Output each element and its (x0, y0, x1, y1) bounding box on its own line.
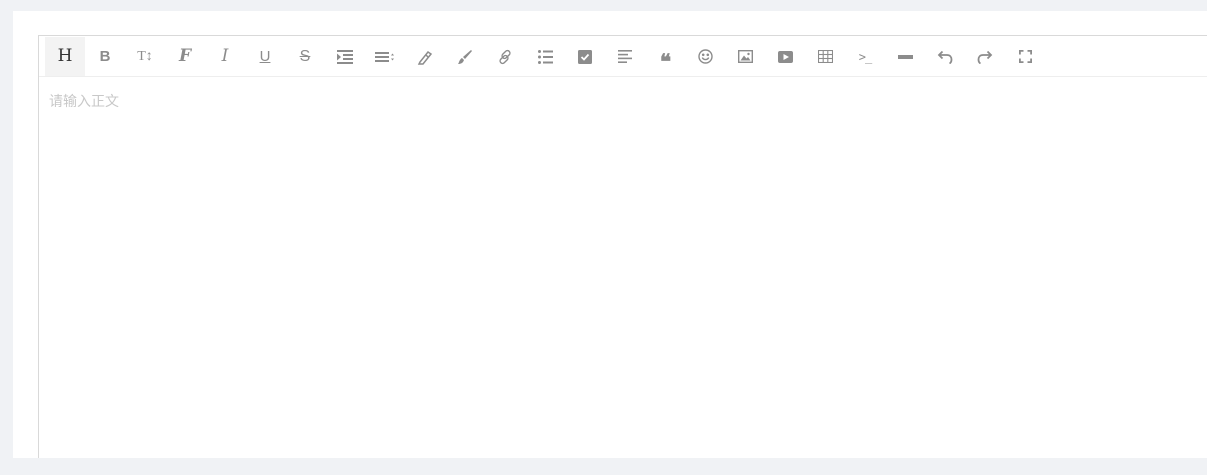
quote-button[interactable]: ❝ (645, 37, 685, 76)
bold-button[interactable]: B (85, 37, 125, 76)
video-icon (777, 50, 793, 63)
font-family-button[interactable]: F (165, 37, 205, 76)
todo-checkbox-icon (578, 49, 592, 64)
font-color-icon (417, 50, 433, 65)
table-button[interactable] (805, 37, 845, 76)
justify-button[interactable] (605, 37, 645, 76)
font-size-icon: T↕ (137, 48, 153, 64)
bold-icon: B (99, 48, 111, 65)
indent-icon (337, 49, 353, 64)
fullscreen-button[interactable] (1005, 37, 1045, 76)
heading-icon: H (57, 46, 73, 66)
underline-icon: U (259, 48, 271, 65)
emoticon-button[interactable] (685, 37, 725, 76)
editor-content-area[interactable]: 请输入正文 (39, 77, 1207, 458)
todo-button[interactable] (565, 37, 605, 76)
list-icon (537, 49, 553, 64)
image-button[interactable] (725, 37, 765, 76)
italic-button[interactable]: I (205, 37, 245, 76)
justify-icon (618, 50, 632, 63)
font-color-button[interactable] (405, 37, 445, 76)
undo-button[interactable] (925, 37, 965, 76)
underline-button[interactable]: U (245, 37, 285, 76)
editor-toolbar: H B T↕ F I U S ❝ >_ (39, 36, 1207, 77)
code-button[interactable]: >_ (845, 37, 885, 76)
font-size-button[interactable]: T↕ (125, 37, 165, 76)
link-icon (499, 49, 511, 64)
line-height-button[interactable] (365, 37, 405, 76)
redo-button[interactable] (965, 37, 1005, 76)
heading-button[interactable]: H (45, 37, 85, 76)
divider-icon (897, 54, 913, 59)
link-button[interactable] (485, 37, 525, 76)
font-family-icon: F (178, 46, 192, 66)
fullscreen-icon (1018, 50, 1032, 63)
rich-text-editor: H B T↕ F I U S ❝ >_ 请输入正文 (38, 35, 1207, 458)
background-color-icon (458, 49, 472, 64)
strikethrough-icon: S (299, 47, 311, 65)
italic-icon: I (221, 46, 229, 66)
video-button[interactable] (765, 37, 805, 76)
line-height-icon (375, 51, 394, 62)
emoticon-icon (697, 49, 713, 64)
code-icon: >_ (858, 49, 872, 64)
editor-placeholder: 请输入正文 (49, 94, 119, 110)
image-icon (737, 50, 753, 63)
strikethrough-button[interactable]: S (285, 37, 325, 76)
background-color-button[interactable] (445, 37, 485, 76)
undo-icon (937, 50, 953, 64)
divider-button[interactable] (885, 37, 925, 76)
editor-card: H B T↕ F I U S ❝ >_ 请输入正文 (13, 11, 1207, 458)
redo-icon (977, 50, 993, 64)
list-button[interactable] (525, 37, 565, 76)
quote-icon: ❝ (659, 49, 671, 74)
table-icon (817, 50, 833, 63)
indent-button[interactable] (325, 37, 365, 76)
